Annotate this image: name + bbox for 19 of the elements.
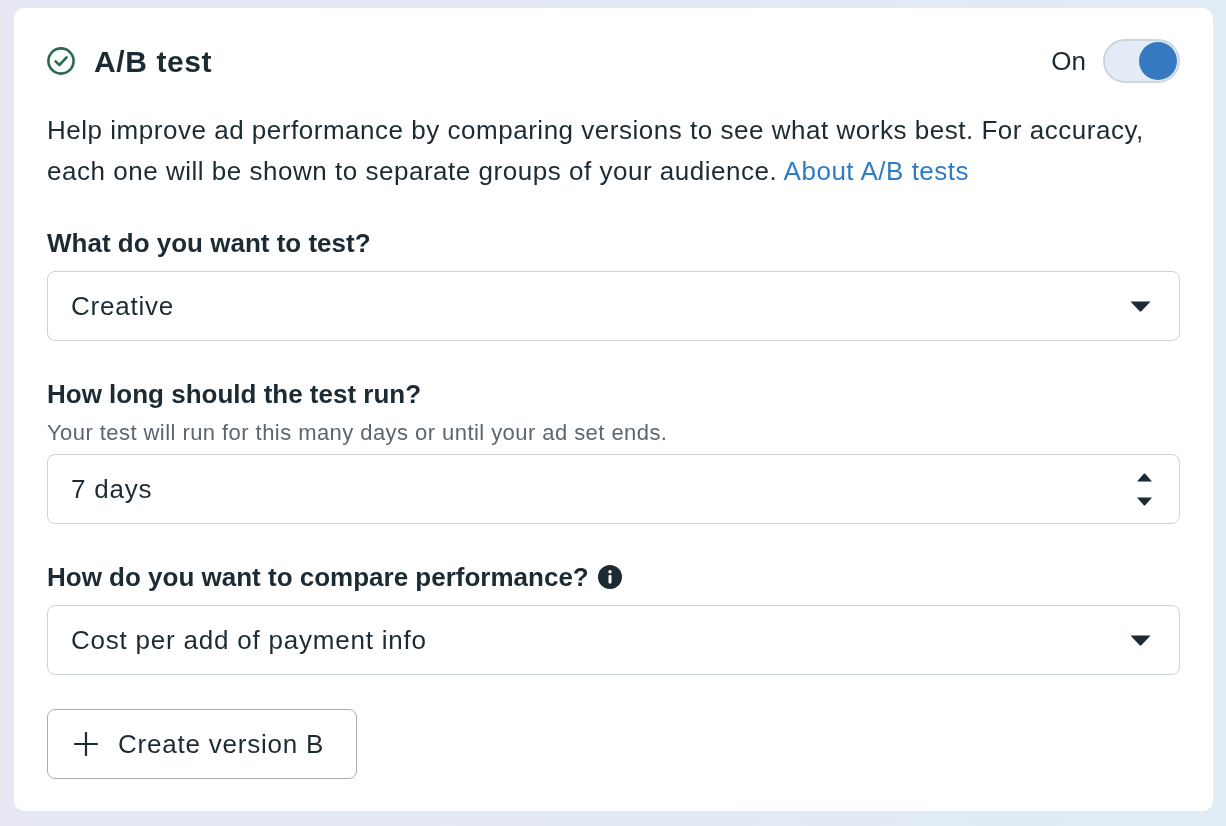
field-label: How long should the test run? xyxy=(47,379,422,409)
number-field[interactable]: 7 days xyxy=(47,454,1180,524)
field-label: How do you want to compare performance? xyxy=(47,562,589,592)
toggle-switch[interactable] xyxy=(1103,39,1180,83)
section-title: A/B test xyxy=(94,43,213,80)
plus-icon xyxy=(74,732,98,756)
dropdown-field[interactable]: Cost per add of payment info xyxy=(47,605,1180,675)
field-label: What do you want to test? xyxy=(47,228,371,258)
caret-down-icon xyxy=(1130,634,1151,646)
stepper-arrows-icon xyxy=(1137,472,1152,506)
help-text: Your test will run for this many days or until your ad set ends. xyxy=(47,420,669,446)
description-text: Help improve ad performance by comparing versions to see what works best. For accuracy, each one will be shown to separate groups of your audience. About A/B tests xyxy=(47,114,1145,188)
toggle-label: On xyxy=(1051,44,1086,78)
dropdown-field[interactable]: Creative xyxy=(47,271,1180,341)
help-link[interactable]: About A/B tests xyxy=(783,156,970,186)
caret-down-icon xyxy=(1130,300,1151,312)
info-icon[interactable] xyxy=(597,565,622,589)
check-circle-icon xyxy=(47,47,75,75)
create-version-button[interactable]: Create version B xyxy=(47,709,358,779)
